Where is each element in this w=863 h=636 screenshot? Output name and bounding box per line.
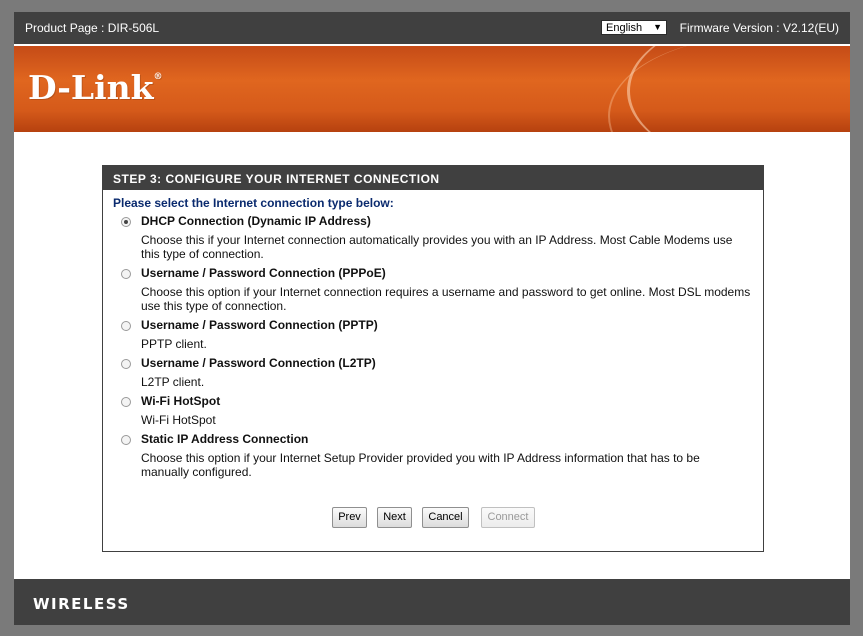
radio-l2tp[interactable] [121, 359, 131, 369]
wizard-buttons: Prev Next Cancel Connect [103, 507, 763, 529]
language-select[interactable]: English ▼ [601, 20, 667, 35]
radio-static-ip[interactable] [121, 435, 131, 445]
option-title: Static IP Address Connection [141, 432, 309, 446]
wizard-step-title: STEP 3: CONFIGURE YOUR INTERNET CONNECTI… [103, 166, 763, 190]
banner-swoosh-decoration [627, 46, 850, 132]
option-description: Choose this option if your Internet conn… [141, 285, 751, 313]
brand-banner: D-Link® [14, 46, 850, 132]
firmware-version: Firmware Version : V2.12(EU) [679, 21, 839, 35]
option-title: Username / Password Connection (PPPoE) [141, 266, 386, 280]
connection-type-prompt: Please select the Internet connection ty… [113, 196, 394, 210]
option-description: L2TP client. [141, 375, 205, 389]
router-page: Product Page : DIR-506L English ▼ Firmwa… [14, 12, 850, 625]
option-title: Wi-Fi HotSpot [141, 394, 221, 408]
radio-wifi-hotspot[interactable] [121, 397, 131, 407]
option-title: Username / Password Connection (PPTP) [141, 318, 378, 332]
wireless-brand: WIRELESS [33, 595, 130, 613]
footer-bar: WIRELESS [14, 579, 850, 625]
prev-button[interactable]: Prev [332, 507, 367, 528]
product-page-info: Product Page : DIR-506L [25, 21, 159, 35]
product-label: Product Page : [25, 21, 105, 35]
product-model: DIR-506L [107, 21, 160, 35]
dlink-logo: D-Link® [28, 68, 163, 107]
option-title: DHCP Connection (Dynamic IP Address) [141, 214, 371, 228]
radio-pptp[interactable] [121, 321, 131, 331]
language-value: English [606, 22, 643, 34]
connect-button[interactable]: Connect [481, 507, 535, 528]
option-description: Wi-Fi HotSpot [141, 413, 216, 427]
radio-pppoe[interactable] [121, 269, 131, 279]
radio-dhcp[interactable] [121, 217, 131, 227]
option-description: PPTP client. [141, 337, 207, 351]
option-description: Choose this option if your Internet Setu… [141, 451, 700, 479]
cancel-button[interactable]: Cancel [422, 507, 469, 528]
option-title: Username / Password Connection (L2TP) [141, 356, 376, 370]
next-button[interactable]: Next [377, 507, 412, 528]
top-bar: Product Page : DIR-506L English ▼ Firmwa… [14, 12, 850, 44]
chevron-down-icon: ▼ [653, 22, 662, 32]
wizard-panel: STEP 3: CONFIGURE YOUR INTERNET CONNECTI… [102, 165, 764, 552]
option-description: Choose this if your Internet connection … [141, 233, 733, 261]
